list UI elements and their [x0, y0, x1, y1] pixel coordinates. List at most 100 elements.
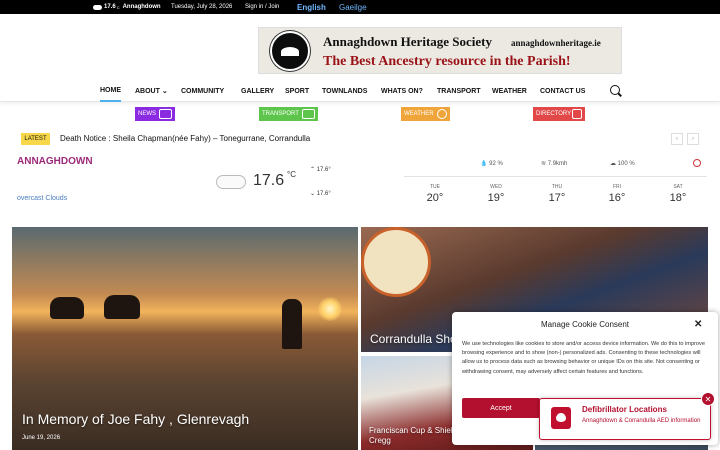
forecast-day-name: THU [551, 184, 563, 190]
weather-description: overcast Clouds [17, 195, 68, 202]
nav-weather[interactable]: WEATHER [492, 80, 527, 102]
category-transport-label: TRANSPORT [262, 111, 299, 117]
weather-unit: °C [287, 170, 296, 179]
weather-low: ⌄ 17.6° [310, 190, 331, 197]
top-bar: 17.6 C Annaghdown Tuesday, July 28, 2026… [0, 0, 720, 14]
forecast-day-name: WED [490, 184, 502, 190]
aed-heart-icon [551, 407, 571, 429]
forecast-day: THU 17° [537, 184, 577, 204]
ticker-headline[interactable]: Death Notice : Sheila Chapman(née Fahy) … [60, 134, 310, 143]
ticker-next-button[interactable]: › [687, 133, 699, 145]
forecast-day: WED 19° [476, 184, 516, 204]
cloud-icon [93, 4, 102, 10]
weather-humidity-value: 92 % [489, 161, 503, 167]
featured-post-date: June 19, 2026 [22, 435, 61, 441]
header-banner[interactable]: Annaghdown Heritage Society annaghdownhe… [258, 27, 622, 74]
nav-about[interactable]: ABOUT ⌄ [135, 80, 168, 102]
post-title-line: Franciscan Cup & Shiel [369, 426, 453, 435]
weather-high-value: 17.6° [316, 167, 331, 173]
forecast-day-temp: 20° [426, 192, 444, 204]
forecast-day-temp: 18° [669, 192, 687, 204]
horse-image [104, 295, 140, 319]
nav-community[interactable]: COMMUNITY [181, 80, 224, 102]
featured-post-title[interactable]: In Memory of Joe Fahy , Glenrevagh [22, 411, 249, 427]
weather-location: ANNAGHDOWN [17, 156, 93, 167]
defib-subtitle: Annaghdown & Corrandulla AED information [582, 418, 701, 424]
lang-gaeilge[interactable]: Gaeilge [339, 0, 367, 14]
forecast-day: FRI 16° [597, 184, 637, 204]
weather-divider [404, 176, 707, 177]
forecast-day-temp: 17° [548, 192, 566, 204]
close-icon[interactable]: ✕ [701, 392, 715, 406]
weather-clouds: ☁ 100 % [610, 160, 635, 167]
banner-tagline: The Best Ancestry resource in the Parish… [323, 54, 571, 69]
newspaper-icon [159, 109, 172, 119]
arrow-up-icon: ⌃ [310, 167, 317, 173]
category-transport[interactable]: TRANSPORT [259, 107, 318, 121]
cookie-body: We use technologies like cookies to stor… [462, 341, 705, 375]
forecast-day-name: FRI [612, 184, 622, 190]
topbar-weather: 17.6 C Annaghdown [93, 0, 161, 14]
nav-gallery[interactable]: GALLERY [241, 80, 274, 102]
defib-title[interactable]: Defibrillator Locations [582, 405, 667, 414]
sun-icon [437, 109, 447, 119]
forecast-day-temp: 19° [487, 192, 505, 204]
search-icon[interactable] [610, 85, 620, 95]
weather-clouds-value: 100 % [617, 161, 635, 167]
forecast-day-name: TUE [430, 184, 440, 190]
horse-image [50, 297, 84, 319]
post-title[interactable]: Franciscan Cup & Shiel Cregg [369, 426, 453, 446]
weather-high: ⌃ 17.6° [310, 166, 331, 173]
defibrillator-popup[interactable]: Defibrillator Locations Annaghdown & Cor… [539, 392, 715, 440]
banner-url: annaghdownheritage.ie [511, 38, 601, 48]
cookie-title: Manage Cookie Consent [540, 320, 630, 329]
forecast-day: TUE 20° [415, 184, 455, 204]
weather-low-value: 17.6° [316, 191, 331, 197]
weather-temp: 17.6 [253, 172, 285, 189]
droplet-icon: 💧 [480, 161, 490, 167]
close-icon[interactable]: ✕ [694, 319, 702, 330]
chevron-down-icon: ⌄ [161, 88, 168, 95]
category-news[interactable]: NEWS [135, 107, 175, 121]
nav-townlands[interactable]: TOWNLANDS [322, 80, 367, 102]
forecast-day: SAT 18° [658, 184, 698, 204]
post-title[interactable]: Corrandulla Sho [370, 332, 457, 346]
locate-icon[interactable] [693, 159, 701, 167]
category-weather[interactable]: WEATHER [401, 107, 450, 121]
featured-post-card[interactable]: In Memory of Joe Fahy , Glenrevagh June … [12, 227, 358, 450]
topbar-temp-unit: C [116, 4, 120, 10]
nav-sport[interactable]: SPORT [285, 80, 309, 102]
nav-contact-us[interactable]: CONTACT US [540, 80, 585, 102]
banner-title: Annaghdown Heritage Society [323, 34, 492, 49]
signin-link[interactable]: Sign in / Join [245, 0, 279, 14]
topbar-date: Tuesday, July 28, 2026 [171, 4, 233, 10]
forecast-day-temp: 16° [608, 192, 626, 204]
cloud-icon [216, 175, 246, 189]
topbar-temp: 17.6 [104, 4, 116, 10]
accept-button[interactable]: Accept [462, 398, 540, 418]
car-icon [302, 109, 315, 119]
category-weather-label: WEATHER [404, 111, 434, 117]
weather-wind-value: 7.9kmh [547, 161, 568, 167]
category-directory[interactable]: DIRECTORY [533, 107, 585, 121]
arrow-down-icon: ⌄ [310, 191, 317, 197]
category-directory-label: DIRECTORY [536, 111, 572, 117]
topbar-location: Annaghdown [122, 4, 161, 10]
briefcase-icon [572, 109, 582, 119]
weather-humidity: 💧 92 % [480, 160, 503, 167]
post-title-line: Cregg [369, 436, 391, 445]
sunset-image-sun [318, 297, 342, 321]
latest-badge: LATEST [21, 133, 50, 145]
weather-wind: ≋ 7.9kmh [541, 160, 567, 167]
nav-home[interactable]: HOME [100, 80, 121, 102]
nav-transport[interactable]: TRANSPORT [437, 80, 481, 102]
show-logo-image [361, 227, 431, 297]
nav-whats-on[interactable]: WHATS ON? [381, 80, 423, 102]
society-logo [270, 31, 310, 71]
ploughman-image [282, 299, 302, 349]
wind-icon: ≋ [541, 161, 548, 167]
lang-english[interactable]: English [297, 0, 326, 14]
forecast-day-name: SAT [673, 184, 683, 190]
main-nav: HOME ABOUT ⌄ COMMUNITY GALLERY SPORT TOW… [0, 80, 720, 102]
ticker-prev-button[interactable]: ‹ [671, 133, 683, 145]
